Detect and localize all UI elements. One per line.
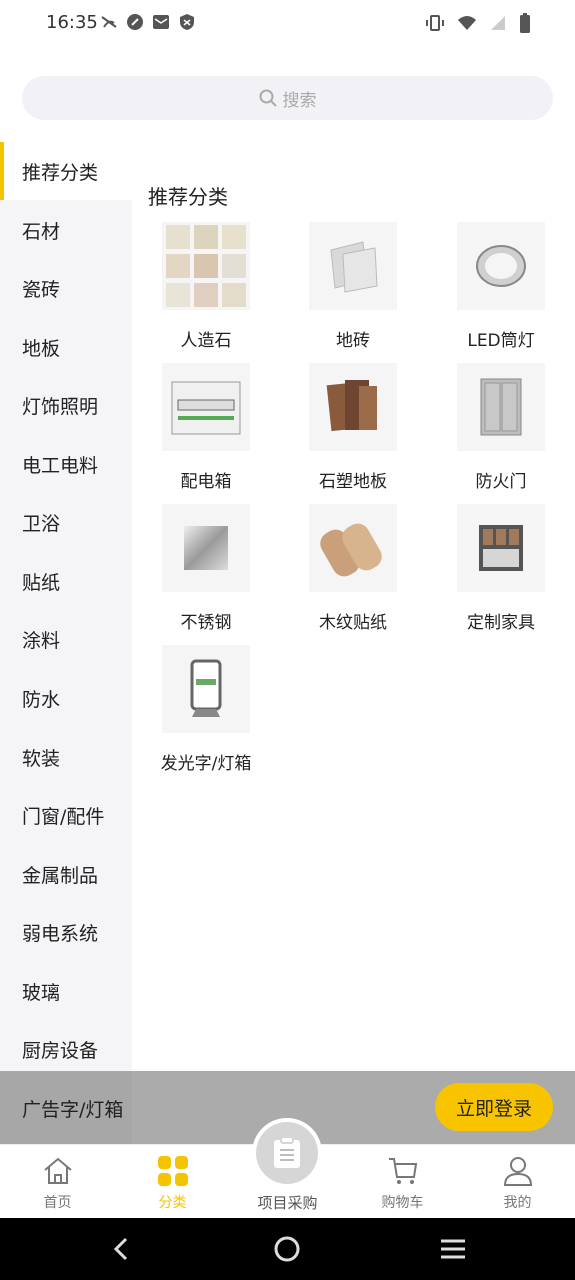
tab-label: 首页 [43, 1195, 72, 1211]
category-tile[interactable]: 木纹贴纸 [288, 504, 418, 633]
cell-signal-icon [489, 14, 507, 36]
tab-project-purchase[interactable] [252, 1118, 322, 1188]
tile-label: 配电箱 [180, 472, 232, 492]
tab-category[interactable]: 分类 [115, 1145, 230, 1219]
user-icon [501, 1154, 535, 1188]
sidebar-item-sticker[interactable]: 贴纸 [0, 552, 132, 610]
content-title: 推荐分类 [148, 185, 228, 209]
tile-label: LED筒灯 [467, 331, 535, 351]
sidebar-item-doors-windows[interactable]: 门窗/配件 [0, 786, 132, 844]
stainless-steel-image [162, 504, 250, 592]
spc-floor-image [309, 363, 397, 451]
sidebar-item-low-voltage[interactable]: 弱电系统 [0, 903, 132, 961]
mail-icon [152, 13, 170, 31]
sidebar-item-bathroom[interactable]: 卫浴 [0, 493, 132, 551]
lightbox-image [162, 645, 250, 733]
tab-cart[interactable]: 购物车 [345, 1145, 460, 1219]
status-time: 16:35 [46, 12, 98, 33]
tile-label: 石塑地板 [319, 472, 387, 492]
wifi-icon [457, 14, 477, 36]
distribution-box-image [162, 363, 250, 451]
tab-label: 项目采购 [257, 1194, 318, 1212]
tab-home[interactable]: 首页 [0, 1145, 115, 1219]
floor-tile-image [309, 222, 397, 310]
battery-icon [519, 13, 531, 37]
sidebar-item-paint[interactable]: 涂料 [0, 610, 132, 668]
category-tile[interactable]: 防火门 [436, 363, 566, 492]
status-bar: 16:35 [0, 0, 575, 48]
category-tile[interactable]: LED筒灯 [436, 222, 566, 351]
sidebar-item-waterproof[interactable]: 防水 [0, 669, 132, 727]
fire-door-image [457, 363, 545, 451]
woodgrain-sticker-image [309, 504, 397, 592]
category-tile[interactable]: 发光字/灯箱 [141, 645, 271, 774]
status-left-icons [100, 13, 196, 31]
tab-label: 购物车 [381, 1195, 424, 1211]
sidebar-item-metal[interactable]: 金属制品 [0, 845, 132, 903]
category-sidebar: 推荐分类 石材 瓷砖 地板 灯饰照明 电工电料 卫浴 贴纸 涂料 防水 软装 门… [0, 142, 132, 1144]
home-circle-icon[interactable] [270, 1232, 304, 1266]
sidebar-item-stone[interactable]: 石材 [0, 201, 132, 259]
sidebar-item-electrical[interactable]: 电工电料 [0, 435, 132, 493]
sidebar-item-floor[interactable]: 地板 [0, 318, 132, 376]
category-tile[interactable]: 地砖 [288, 222, 418, 351]
tile-label: 人造石 [180, 331, 232, 351]
compass-icon [126, 13, 144, 31]
sidebar-item-lighting[interactable]: 灯饰照明 [0, 376, 132, 434]
custom-furniture-image [457, 504, 545, 592]
menu-icon[interactable] [436, 1232, 470, 1266]
tile-label: 地砖 [336, 331, 370, 351]
tile-label: 定制家具 [467, 613, 535, 633]
tile-label: 不锈钢 [180, 613, 232, 633]
system-nav-bar [0, 1218, 575, 1280]
sidebar-item-kitchen[interactable]: 厨房设备 [0, 1020, 132, 1078]
tile-label: 防火门 [475, 472, 527, 492]
vibrate-icon [425, 14, 445, 36]
tile-label: 木纹贴纸 [319, 613, 387, 633]
sidebar-item-recommended[interactable]: 推荐分类 [0, 142, 132, 200]
category-icon [156, 1154, 190, 1188]
search-input[interactable]: 搜索 [22, 76, 553, 120]
sidebar-item-glass[interactable]: 玻璃 [0, 962, 132, 1020]
artificial-stone-image [162, 222, 250, 310]
back-icon[interactable] [104, 1232, 138, 1266]
category-tile[interactable]: 定制家具 [436, 504, 566, 633]
sidebar-item-signage[interactable]: 广告字/灯箱 [22, 1095, 123, 1122]
led-downlight-image [457, 222, 545, 310]
signal-off-icon [100, 13, 118, 31]
category-tile[interactable]: 人造石 [141, 222, 271, 351]
cart-icon [386, 1154, 420, 1188]
login-button[interactable]: 立即登录 [435, 1083, 553, 1131]
search-icon [259, 89, 277, 107]
status-right-icons [425, 13, 531, 37]
tab-label: 分类 [158, 1195, 187, 1211]
search-placeholder: 搜索 [282, 90, 317, 111]
clipboard-icon [274, 1136, 300, 1168]
tab-label: 我的 [503, 1195, 532, 1211]
category-tile[interactable]: 不锈钢 [141, 504, 271, 633]
category-tile[interactable]: 配电箱 [141, 363, 271, 492]
category-tile[interactable]: 石塑地板 [288, 363, 418, 492]
tile-label: 发光字/灯箱 [160, 754, 252, 774]
sidebar-item-tile[interactable]: 瓷砖 [0, 259, 132, 317]
tab-profile[interactable]: 我的 [460, 1145, 575, 1219]
sidebar-item-soft-decor[interactable]: 软装 [0, 728, 132, 786]
shield-icon [178, 13, 196, 31]
home-icon [41, 1154, 75, 1188]
